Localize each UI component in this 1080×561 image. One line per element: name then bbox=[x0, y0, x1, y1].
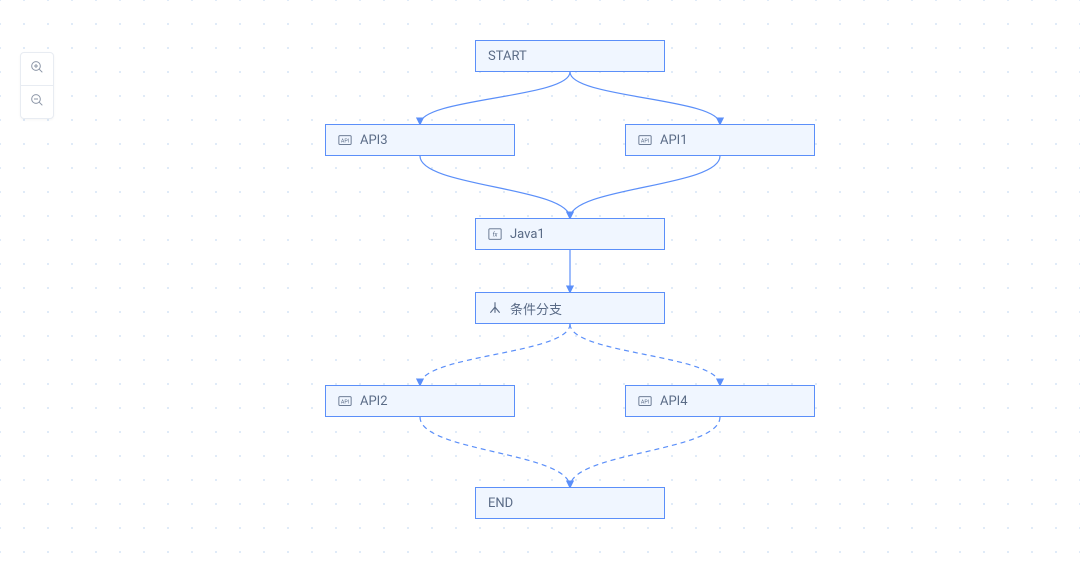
node-label: END bbox=[488, 496, 513, 511]
branch-icon bbox=[488, 301, 502, 315]
node-label: Java1 bbox=[510, 227, 545, 242]
node-api2[interactable]: API API2 bbox=[325, 385, 515, 417]
node-label: START bbox=[488, 49, 527, 64]
diagram-canvas[interactable]: START API API3 API API1 fx Java1 条件分支 AP… bbox=[0, 0, 1080, 561]
node-api1[interactable]: API API1 bbox=[625, 124, 815, 156]
zoom-control bbox=[20, 52, 54, 119]
zoom-out-button[interactable] bbox=[21, 85, 53, 118]
api-icon: API bbox=[638, 133, 652, 147]
zoom-in-button[interactable] bbox=[21, 53, 53, 85]
svg-text:API: API bbox=[341, 400, 349, 406]
node-api3[interactable]: API API3 bbox=[325, 124, 515, 156]
svg-text:API: API bbox=[641, 139, 649, 145]
node-label: API4 bbox=[660, 394, 688, 409]
fx-icon: fx bbox=[488, 227, 502, 241]
svg-text:API: API bbox=[341, 139, 349, 145]
node-branch[interactable]: 条件分支 bbox=[475, 292, 665, 324]
node-start[interactable]: START bbox=[475, 40, 665, 72]
node-label: API1 bbox=[660, 133, 688, 148]
svg-text:API: API bbox=[641, 400, 649, 406]
api-icon: API bbox=[338, 133, 352, 147]
node-java1[interactable]: fx Java1 bbox=[475, 218, 665, 250]
api-icon: API bbox=[638, 394, 652, 408]
node-label: 条件分支 bbox=[510, 299, 562, 318]
svg-text:fx: fx bbox=[492, 232, 498, 239]
node-label: API2 bbox=[360, 394, 388, 409]
api-icon: API bbox=[338, 394, 352, 408]
node-api4[interactable]: API API4 bbox=[625, 385, 815, 417]
edges-layer bbox=[0, 0, 1080, 561]
node-label: API3 bbox=[360, 133, 388, 148]
node-end[interactable]: END bbox=[475, 487, 665, 519]
zoom-in-icon bbox=[29, 59, 45, 79]
zoom-out-icon bbox=[29, 92, 45, 112]
